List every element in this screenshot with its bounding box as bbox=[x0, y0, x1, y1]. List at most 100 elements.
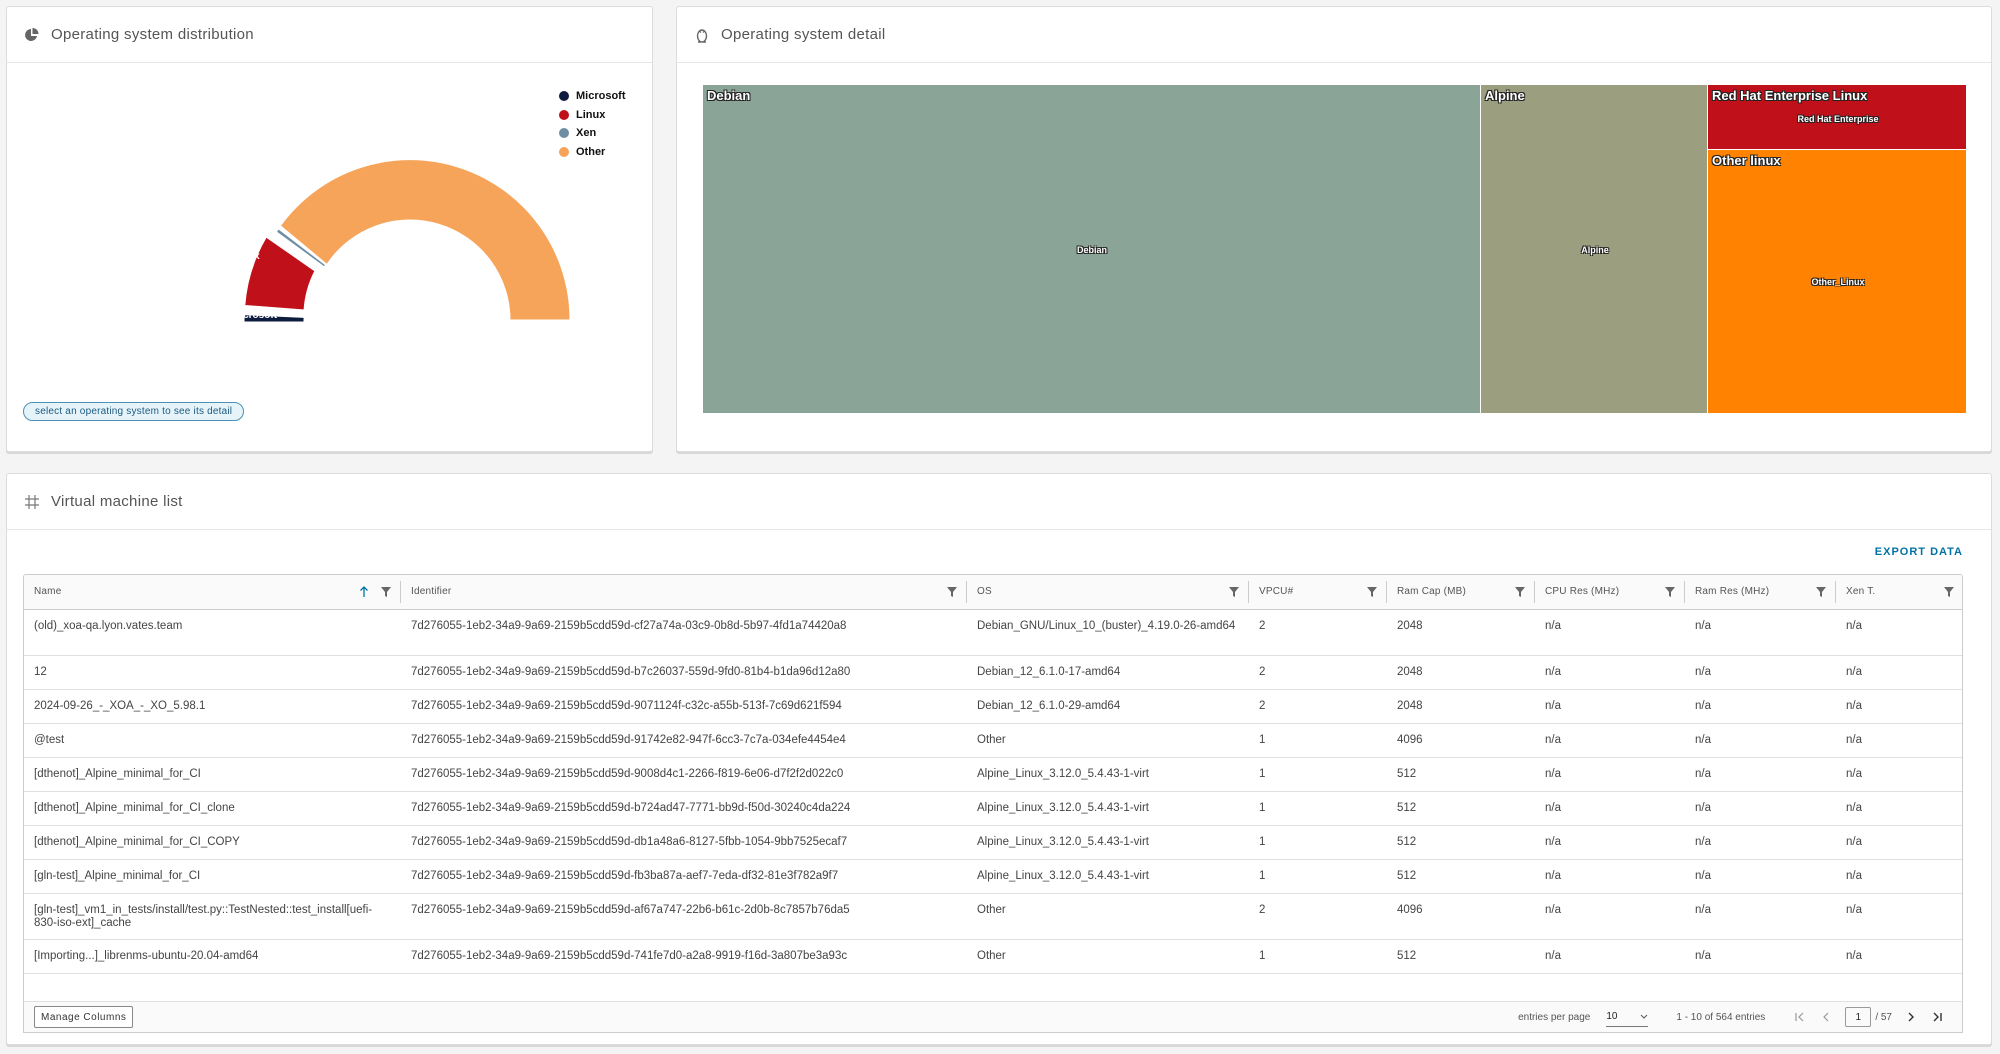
table-cell-name: 12 bbox=[24, 655, 401, 690]
table-cell-cpu-res: n/a bbox=[1535, 609, 1685, 656]
filter-icon[interactable] bbox=[1944, 587, 1954, 597]
column-label: Name bbox=[34, 586, 62, 598]
slice-linux bbox=[243, 235, 317, 312]
table-row[interactable]: [Importing...]_librenms-ubuntu-20.04-amd… bbox=[24, 939, 1962, 974]
table-cell-vcpu: 1 bbox=[1249, 825, 1387, 860]
chevron-down-icon bbox=[1641, 1014, 1648, 1019]
table-cell-cpu-res: n/a bbox=[1535, 689, 1685, 724]
table-row[interactable]: [dthenot]_Alpine_minimal_for_CI 7d276055-… bbox=[24, 757, 1962, 792]
table-cell-xen-tools: n/a bbox=[1836, 655, 1962, 690]
table-cell-ram-cap: 512 bbox=[1387, 791, 1535, 826]
manage-columns-button[interactable]: Manage Columns bbox=[34, 1006, 134, 1028]
column-header-vcpu[interactable]: VPCU# bbox=[1249, 575, 1387, 610]
table-cell-vcpu: 1 bbox=[1249, 859, 1387, 894]
legend-dot bbox=[559, 91, 569, 102]
table-row[interactable]: @test 7d276055-1eb2-34a9-9a69-2159b5cdd59… bbox=[24, 723, 1962, 758]
legend-dot bbox=[559, 128, 569, 139]
table-cell-ram-cap: 2048 bbox=[1387, 609, 1535, 656]
table-cell-ram-cap: 4096 bbox=[1387, 723, 1535, 758]
previous-page-icon[interactable] bbox=[1813, 1007, 1839, 1027]
table-row[interactable]: [gln-test]_Alpine_minimal_for_CI 7d276055… bbox=[24, 859, 1962, 894]
treemap-tile-debian[interactable]: Debian Debian bbox=[702, 84, 1481, 414]
table-cell-ram-cap: 2048 bbox=[1387, 689, 1535, 724]
table-cell-ram-res: n/a bbox=[1685, 757, 1836, 792]
table-cell-ram-cap: 4096 bbox=[1387, 893, 1535, 940]
column-header-name[interactable]: Name bbox=[24, 575, 401, 610]
treemap-tile-other-linux[interactable]: Other linux Other_Linux bbox=[1707, 149, 1967, 414]
last-page-icon[interactable] bbox=[1924, 1007, 1950, 1027]
column-label: VPCU# bbox=[1259, 586, 1294, 598]
column-header-identifier[interactable]: Identifier bbox=[401, 575, 967, 610]
table-cell-name: [dthenot]_Alpine_minimal_for_CI bbox=[24, 757, 401, 792]
column-header-cpu-res[interactable]: CPU Res (MHz) bbox=[1535, 575, 1685, 610]
table-cell-ram-res: n/a bbox=[1685, 723, 1836, 758]
table-cell-cpu-res: n/a bbox=[1535, 825, 1685, 860]
treemap-tile-title: Other linux bbox=[1712, 153, 1781, 168]
table-cell-xen-tools: n/a bbox=[1836, 723, 1962, 758]
treemap-tile-title: Debian bbox=[707, 88, 751, 103]
total-pages: / 57 bbox=[1875, 1011, 1892, 1023]
table-row[interactable]: (old)_xoa-qa.lyon.vates.team 7d276055-1eb… bbox=[24, 609, 1962, 656]
legend-item-other[interactable]: Other bbox=[559, 143, 626, 162]
grid-icon bbox=[23, 493, 41, 511]
treemap-tile-alpine[interactable]: Alpine Alpine bbox=[1480, 84, 1708, 414]
filter-icon[interactable] bbox=[1229, 587, 1239, 597]
treemap-tile-label: Debian bbox=[1076, 245, 1108, 255]
table-cell-ram-res: n/a bbox=[1685, 791, 1836, 826]
table-row[interactable]: [gln-test]_vm1_in_tests/install/test.py:… bbox=[24, 893, 1962, 940]
table-cell-identifier: 7d276055-1eb2-34a9-9a69-2159b5cdd59d-cf2… bbox=[401, 609, 967, 656]
table-header-row: Name Identifier OS VPCU# Ram Cap (MB) CP… bbox=[24, 575, 1962, 610]
legend-label: Xen bbox=[576, 127, 597, 140]
filter-icon[interactable] bbox=[947, 587, 957, 597]
legend-item-linux[interactable]: Linux bbox=[559, 106, 626, 125]
entries-per-page-label: entries per page bbox=[1518, 1011, 1591, 1023]
table-cell-name: 2024-09-26_-_XOA_-_XO_5.98.1 bbox=[24, 689, 401, 724]
column-label: Ram Res (MHz) bbox=[1695, 586, 1770, 598]
os-distribution-chart[interactable]: Linux Microsoft A bbox=[7, 64, 652, 394]
table-cell-ram-res: n/a bbox=[1685, 609, 1836, 656]
table-cell-ram-cap: 512 bbox=[1387, 757, 1535, 792]
column-label: OS bbox=[977, 586, 992, 598]
table-cell-name: [dthenot]_Alpine_minimal_for_CI_COPY bbox=[24, 825, 401, 860]
entries-per-page-select[interactable]: 10 bbox=[1606, 1007, 1649, 1027]
column-header-os[interactable]: OS bbox=[967, 575, 1249, 610]
linux-penguin-icon bbox=[693, 26, 711, 44]
filter-icon[interactable] bbox=[381, 587, 391, 597]
export-data-button[interactable]: EXPORT DATA bbox=[1875, 546, 1963, 558]
filter-icon[interactable] bbox=[1816, 587, 1826, 597]
column-header-ram-res[interactable]: Ram Res (MHz) bbox=[1685, 575, 1836, 610]
table-cell-identifier: 7d276055-1eb2-34a9-9a69-2159b5cdd59d-fb3… bbox=[401, 859, 967, 894]
table-cell-xen-tools: n/a bbox=[1836, 757, 1962, 792]
os-detail-title: Operating system detail bbox=[721, 26, 886, 43]
column-header-ram-cap[interactable]: Ram Cap (MB) bbox=[1387, 575, 1535, 610]
legend-item-microsoft[interactable]: Microsoft bbox=[559, 87, 626, 106]
legend-item-xen[interactable]: Xen bbox=[559, 124, 626, 143]
table-cell-identifier: 7d276055-1eb2-34a9-9a69-2159b5cdd59d-741… bbox=[401, 939, 967, 974]
table-cell-os: Debian_GNU/Linux_10_(buster)_4.19.0-26-a… bbox=[967, 609, 1249, 656]
table-cell-ram-res: n/a bbox=[1685, 939, 1836, 974]
entries-per-page-value: 10 bbox=[1606, 1011, 1618, 1022]
first-page-icon[interactable] bbox=[1787, 1007, 1813, 1027]
filter-icon[interactable] bbox=[1367, 587, 1377, 597]
select-os-hint: select an operating system to see its de… bbox=[23, 402, 245, 421]
table-row[interactable]: 2024-09-26_-_XOA_-_XO_5.98.1 7d276055-1eb… bbox=[24, 689, 1962, 724]
table-cell-ram-res: n/a bbox=[1685, 655, 1836, 690]
table-row[interactable]: [dthenot]_Alpine_minimal_for_CI_COPY 7d27… bbox=[24, 825, 1962, 860]
table-cell-xen-tools: n/a bbox=[1836, 825, 1962, 860]
table-row[interactable]: [dthenot]_Alpine_minimal_for_CI_clone 7d2… bbox=[24, 791, 1962, 826]
table-row[interactable]: 12 7d276055-1eb2-34a9-9a69-2159b5cdd59d-b… bbox=[24, 655, 1962, 690]
table-cell-xen-tools: n/a bbox=[1836, 939, 1962, 974]
table-cell-xen-tools: n/a bbox=[1836, 609, 1962, 656]
treemap-tile-label: Other_Linux bbox=[1811, 277, 1865, 287]
table-cell-os: Other bbox=[967, 723, 1249, 758]
next-page-icon[interactable] bbox=[1898, 1007, 1924, 1027]
vm-table: Name Identifier OS VPCU# Ram Cap (MB) CP… bbox=[23, 574, 1963, 1031]
filter-icon[interactable] bbox=[1515, 587, 1525, 597]
treemap-tile-redhat[interactable]: Red Hat Enterprise Linux Red Hat Enterpr… bbox=[1707, 84, 1967, 150]
filter-icon[interactable] bbox=[1665, 587, 1675, 597]
table-cell-vcpu: 1 bbox=[1249, 791, 1387, 826]
slice-label-microsoft: Microsoft bbox=[232, 310, 278, 321]
page-number-input[interactable]: 1 bbox=[1845, 1007, 1872, 1027]
sort-ascending-icon[interactable] bbox=[359, 586, 369, 598]
column-header-xen-tools[interactable]: Xen T. bbox=[1836, 575, 1962, 610]
